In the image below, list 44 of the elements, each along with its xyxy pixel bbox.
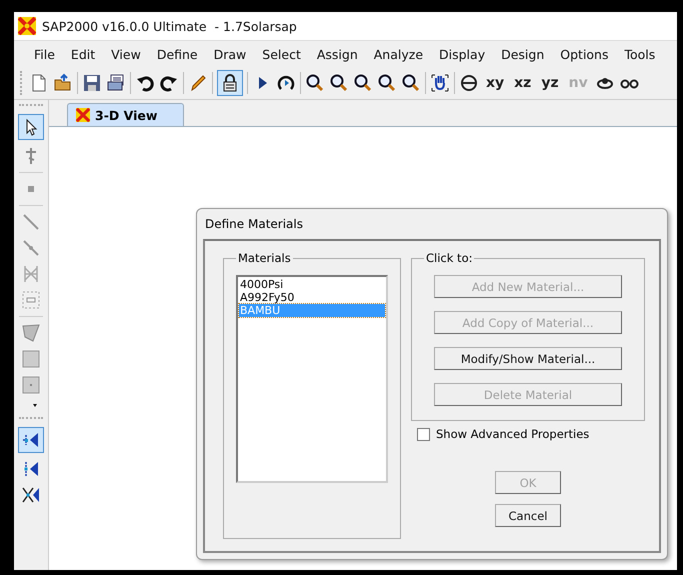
menu-item[interactable]: View: [103, 46, 149, 62]
menu-item[interactable]: Define: [148, 46, 206, 62]
list-item[interactable]: A992Fy50: [239, 291, 385, 304]
action-button[interactable]: Modify/Show Material...: [434, 347, 622, 370]
view-tab[interactable]: 3-D View: [67, 103, 184, 126]
menu-item[interactable]: Display: [431, 46, 494, 62]
view-plane-button[interactable]: yz: [538, 75, 562, 91]
print-icon[interactable]: [106, 73, 126, 93]
zoom-icon[interactable]: [377, 73, 397, 93]
logo-icon: [18, 17, 36, 35]
cancel-button[interactable]: Cancel: [495, 504, 561, 527]
checkbox[interactable]: [417, 428, 430, 440]
snap-intersection-icon[interactable]: [21, 485, 41, 505]
zoom-icon[interactable]: [329, 73, 349, 93]
dialog-title: Define Materials: [204, 216, 304, 233]
menu-item[interactable]: Analyze: [366, 46, 432, 62]
pan-hand-icon[interactable]: [430, 73, 450, 93]
menu-item[interactable]: Design: [493, 46, 552, 62]
menu-item[interactable]: Assign: [308, 46, 366, 62]
snap-point-icon: [21, 430, 41, 450]
materials-list[interactable]: 4000Psi A992Fy50 BAMBU: [236, 275, 388, 483]
quad-area-icon[interactable]: [21, 323, 41, 343]
menu-item[interactable]: Select: [254, 46, 309, 62]
save-icon[interactable]: [82, 73, 102, 93]
window-title: SAP2000 v16.0.0 Ultimate - 1.7Solarsap: [42, 18, 297, 34]
snap-button[interactable]: [18, 427, 44, 453]
view-plane-button[interactable]: xz: [511, 75, 534, 91]
checkbox-label: Show Advanced Properties: [436, 427, 590, 441]
menu-item[interactable]: File: [26, 46, 63, 62]
group-label: Click to:: [425, 251, 474, 265]
zoom-icon[interactable]: [305, 73, 325, 93]
pointer-button[interactable]: [18, 114, 44, 140]
menu-item[interactable]: Options: [552, 46, 616, 62]
menu-item[interactable]: Tools: [616, 46, 664, 62]
lock-button[interactable]: [217, 70, 243, 96]
group-label: Materials: [237, 251, 292, 265]
menu-item[interactable]: Edit: [62, 46, 104, 62]
menu-item[interactable]: Draw: [206, 46, 254, 62]
zoom-icon[interactable]: [353, 73, 373, 93]
view-plane-button[interactable]: xy: [483, 75, 508, 91]
open-folder-icon[interactable]: [53, 73, 73, 93]
zoom-icon[interactable]: [401, 73, 421, 93]
list-item[interactable]: 4000Psi: [239, 278, 385, 291]
logo-icon: [76, 108, 90, 122]
